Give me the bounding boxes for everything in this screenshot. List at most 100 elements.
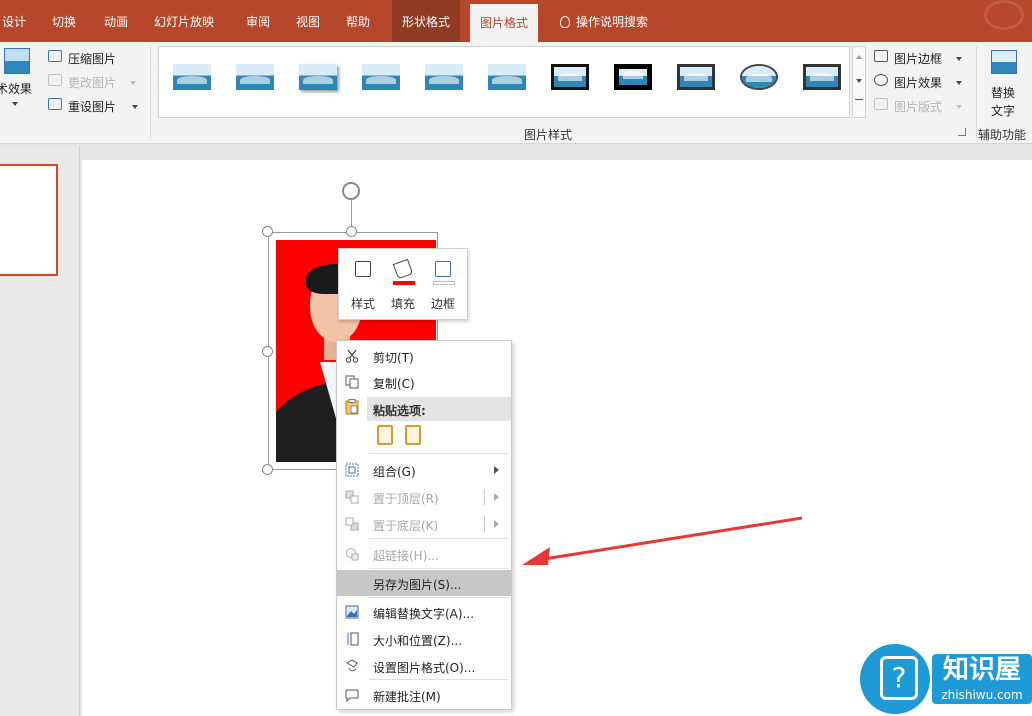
reset-picture-label: 重设图片 bbox=[68, 100, 117, 114]
tab-animations[interactable]: 动画 bbox=[104, 0, 128, 42]
menu-send-to-back[interactable]: 置于底层(K) bbox=[337, 511, 511, 537]
picture-style-thumbnail[interactable] bbox=[236, 64, 274, 90]
picture-effects-dropdown-icon bbox=[956, 81, 962, 85]
picture-layout-button[interactable]: 图片版式 bbox=[872, 96, 968, 116]
compress-pictures-button[interactable]: 压缩图片 bbox=[46, 48, 146, 68]
paste-options-row bbox=[373, 425, 433, 447]
menu-size-position[interactable]: 大小和位置(Z)... bbox=[337, 626, 511, 652]
tab-design[interactable]: 设计 bbox=[2, 0, 26, 42]
submenu-arrow-icon bbox=[494, 493, 499, 501]
thumbnail-hill bbox=[303, 76, 333, 84]
thumbnail-hill bbox=[684, 73, 708, 81]
resize-handle-top-left[interactable] bbox=[262, 226, 273, 237]
alt-text-button[interactable] bbox=[985, 50, 1023, 80]
picture-style-thumbnail[interactable] bbox=[740, 64, 778, 90]
watermark: ? 知识屋 zhishiwu.com bbox=[856, 640, 1032, 716]
reset-picture-button[interactable]: 重设图片 bbox=[46, 96, 146, 116]
picture-style-thumbnail[interactable] bbox=[551, 64, 589, 90]
menu-copy-label: 复制(C) bbox=[373, 377, 415, 391]
paint-bucket-icon bbox=[392, 258, 414, 280]
tab-picture-format[interactable]: 图片格式 bbox=[470, 4, 539, 42]
resize-handle-top[interactable] bbox=[346, 226, 357, 237]
rotate-handle-icon[interactable] bbox=[342, 182, 360, 200]
resize-handle-left[interactable] bbox=[262, 346, 273, 357]
slide-canvas[interactable] bbox=[82, 160, 1032, 716]
menu-bring-to-front-label: 置于顶层(R) bbox=[373, 492, 439, 506]
tab-help[interactable]: 帮助 bbox=[346, 0, 370, 42]
slide-thumbnail[interactable] bbox=[0, 164, 58, 276]
menu-hyperlink[interactable]: 超链接(H)... bbox=[337, 541, 511, 567]
ribbon-separator bbox=[976, 46, 977, 138]
split-separator bbox=[484, 489, 485, 505]
picture-border-button[interactable]: 图片边框 bbox=[872, 48, 968, 68]
submenu-arrow-icon bbox=[494, 520, 499, 528]
thumbnail-hill bbox=[810, 73, 834, 81]
picture-style-thumbnail[interactable] bbox=[425, 64, 463, 90]
picture-styles-launcher-icon[interactable] bbox=[958, 128, 966, 136]
style-button[interactable]: 样式 bbox=[343, 257, 383, 317]
menu-new-comment[interactable]: 新建批注(M) bbox=[337, 682, 511, 708]
tab-shape-format[interactable]: 形状格式 bbox=[392, 0, 461, 42]
fill-label: 填充 bbox=[390, 297, 415, 311]
menu-hyperlink-label: 超链接(H)... bbox=[373, 549, 439, 563]
menu-group-label: 组合(G) bbox=[373, 465, 416, 479]
picture-style-thumbnail[interactable] bbox=[614, 64, 652, 90]
alt-text-label-line2: 文字 bbox=[991, 104, 1016, 118]
picture-styles-gallery[interactable] bbox=[158, 46, 850, 118]
artistic-effects-button[interactable]: 术效果 bbox=[0, 46, 42, 118]
picture-style-thumbnail[interactable] bbox=[173, 64, 211, 90]
watermark-title: 知识屋 bbox=[932, 654, 1032, 686]
copy-icon bbox=[345, 375, 359, 389]
alt-text-label-line1: 替换 bbox=[991, 86, 1016, 100]
menu-cut-label: 剪切(T) bbox=[373, 351, 414, 365]
thumbnail-hill bbox=[746, 74, 772, 82]
paste-keep-format-icon[interactable] bbox=[377, 425, 393, 445]
tab-review[interactable]: 审阅 bbox=[246, 0, 270, 42]
picture-style-thumbnail[interactable] bbox=[488, 64, 526, 90]
paste-as-picture-icon[interactable] bbox=[405, 425, 421, 445]
tab-slideshow[interactable]: 幻灯片放映 bbox=[154, 0, 214, 42]
picture-effects-button[interactable]: 图片效果 bbox=[872, 72, 968, 92]
menu-separator bbox=[369, 597, 509, 598]
tab-transitions[interactable]: 切换 bbox=[52, 0, 76, 42]
border-button[interactable]: 边框 bbox=[423, 257, 463, 317]
fill-button[interactable]: 填充 bbox=[383, 257, 423, 317]
menu-bring-to-front[interactable]: 置于顶层(R) bbox=[337, 484, 511, 510]
alt-text-icon bbox=[991, 50, 1017, 74]
submenu-arrow-icon bbox=[494, 466, 499, 474]
picture-style-thumbnail[interactable] bbox=[803, 64, 841, 90]
menu-save-as-picture[interactable]: 另存为图片(S)... bbox=[337, 570, 511, 596]
menu-group[interactable]: 组合(G) bbox=[337, 457, 511, 483]
lightbulb-icon bbox=[560, 16, 570, 28]
tab-view[interactable]: 视图 bbox=[296, 0, 320, 42]
send-to-back-icon bbox=[345, 517, 359, 531]
thumbnail-hill bbox=[240, 76, 270, 84]
picture-effects-label: 图片效果 bbox=[894, 76, 943, 90]
group-label-picture-styles: 图片样式 bbox=[524, 128, 573, 142]
resize-handle-bottom-left[interactable] bbox=[262, 464, 273, 475]
tell-me-search[interactable]: 操作说明搜索 bbox=[560, 0, 648, 42]
menu-edit-alt-text-label: 编辑替换文字(A)... bbox=[373, 607, 475, 621]
border-color-bar bbox=[433, 281, 455, 285]
artistic-effects-icon bbox=[4, 48, 30, 74]
menu-format-picture[interactable]: 设置图片格式(O)... bbox=[337, 653, 511, 679]
picture-style-thumbnail[interactable] bbox=[677, 64, 715, 90]
group-icon bbox=[345, 463, 359, 477]
thumbnail-hill bbox=[429, 76, 459, 84]
gallery-more-icon bbox=[855, 99, 863, 107]
gallery-scroll[interactable] bbox=[852, 46, 866, 118]
menu-cut[interactable]: 剪切(T) bbox=[337, 343, 511, 369]
menu-new-comment-label: 新建批注(M) bbox=[373, 690, 441, 704]
thumbnail-hill bbox=[558, 73, 582, 81]
thumbnail-hill bbox=[492, 76, 522, 84]
question-icon: ? bbox=[880, 656, 918, 700]
menu-edit-alt-text[interactable]: 编辑替换文字(A)... bbox=[337, 599, 511, 625]
group-label-accessibility: 辅助功能 bbox=[978, 128, 1027, 142]
change-picture-button[interactable]: 更改图片 bbox=[46, 72, 146, 92]
picture-style-thumbnail[interactable] bbox=[299, 64, 337, 90]
paste-options-label: 粘贴选项: bbox=[373, 404, 426, 418]
change-picture-dropdown-icon bbox=[130, 81, 136, 85]
menu-copy[interactable]: 复制(C) bbox=[337, 369, 511, 395]
picture-style-thumbnail[interactable] bbox=[362, 64, 400, 90]
style-icon bbox=[355, 261, 371, 277]
